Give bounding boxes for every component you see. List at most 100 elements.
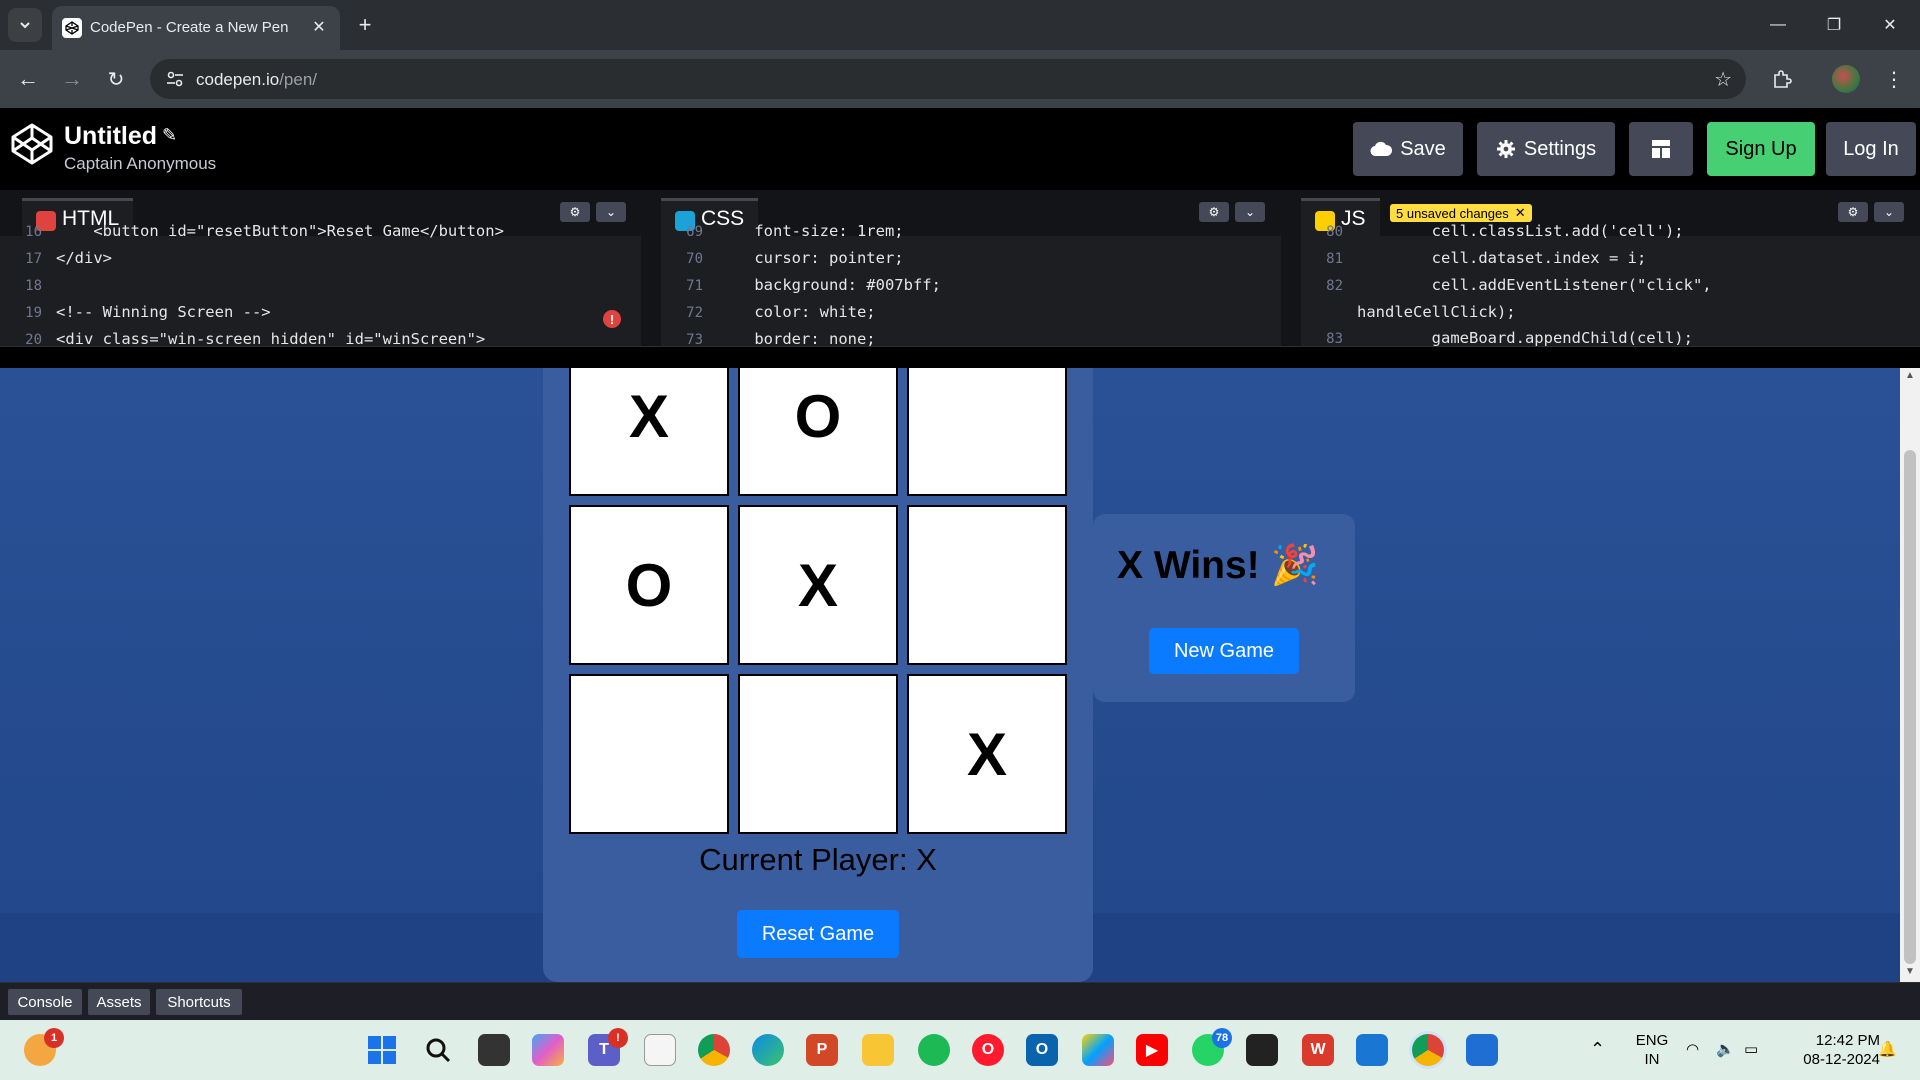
notification-bell-icon[interactable]: 🔔 — [1878, 1040, 1897, 1059]
console-button[interactable]: Console — [8, 989, 82, 1015]
outlook-icon[interactable]: O — [1026, 1034, 1058, 1066]
wifi-icon[interactable]: ◠ — [1686, 1040, 1699, 1059]
battery-icon[interactable]: ▭ — [1744, 1040, 1758, 1059]
board-cell[interactable] — [738, 674, 898, 834]
line-number: 20 — [25, 332, 42, 346]
code-line: 72 color: white; — [661, 299, 1281, 326]
opera-icon[interactable]: O — [972, 1034, 1004, 1066]
html-code[interactable]: 16 <button id="resetButton">Reset Game</… — [0, 218, 641, 346]
powerpoint-icon[interactable]: P — [806, 1034, 838, 1066]
wps-icon[interactable]: W — [1302, 1034, 1334, 1066]
resize-bar[interactable] — [0, 346, 1920, 368]
html-editor[interactable]: HTML ⚙ ⌄ 16 <button id="resetButton">Res… — [0, 190, 641, 346]
profile-avatar[interactable] — [1832, 65, 1860, 93]
language-indicator[interactable]: ENG IN — [1632, 1031, 1672, 1069]
region-code: IN — [1644, 1051, 1660, 1068]
close-tab-icon[interactable]: ✕ — [308, 16, 330, 38]
board-cell[interactable]: O — [569, 505, 729, 665]
code-text: </div> — [56, 249, 112, 267]
board-cell[interactable] — [569, 674, 729, 834]
teams-icon[interactable]: T ! — [588, 1028, 628, 1066]
spotify-icon[interactable] — [918, 1034, 950, 1066]
restore-icon[interactable]: ❐ — [1820, 12, 1848, 38]
board-cell[interactable]: X — [907, 674, 1067, 834]
cloud-icon — [1370, 141, 1393, 157]
code-text: cursor: pointer; — [717, 249, 904, 267]
board-cell[interactable]: X — [569, 368, 729, 496]
forward-icon[interactable]: → — [56, 63, 88, 95]
quick-assist-icon[interactable] — [1356, 1034, 1388, 1066]
browser-tab[interactable]: CodePen - Create a New Pen ✕ — [52, 6, 340, 50]
task-view-icon[interactable] — [478, 1034, 510, 1066]
pen-title[interactable]: Untitled — [64, 122, 157, 151]
board-cell[interactable] — [907, 505, 1067, 665]
youtube-icon[interactable]: ▶ — [1136, 1034, 1168, 1066]
extensions-icon[interactable] — [1766, 63, 1798, 95]
chrome-active-icon[interactable] — [1412, 1034, 1444, 1066]
address-bar[interactable]: codepen.io/pen/ ☆ — [150, 59, 1746, 99]
reload-icon[interactable]: ↻ — [100, 63, 132, 95]
error-icon[interactable]: ! — [603, 310, 621, 328]
photos-icon[interactable] — [1082, 1034, 1114, 1066]
code-line: 80 cell.classList.add('cell'); — [1301, 218, 1920, 245]
code-line: 81 cell.dataset.index = i; — [1301, 245, 1920, 272]
codepen-logo-icon[interactable] — [10, 122, 54, 166]
clock[interactable]: 12:42 PM 08-12-2024 — [1780, 1031, 1880, 1069]
board-cell[interactable]: X — [738, 505, 898, 665]
reset-game-button[interactable]: Reset Game — [737, 910, 899, 958]
back-icon[interactable]: ← — [12, 63, 44, 95]
code-text: cell.addEventListener("click", — [1357, 276, 1712, 294]
chrome-icon[interactable] — [698, 1034, 730, 1066]
file-icon[interactable] — [644, 1034, 676, 1066]
file-explorer-icon[interactable] — [862, 1034, 894, 1066]
tab-title: CodePen - Create a New Pen — [90, 19, 289, 36]
settings-button[interactable]: Settings — [1477, 122, 1615, 176]
unsaved-label: 5 unsaved changes — [1396, 205, 1509, 221]
js-code[interactable]: 80 cell.classList.add('cell'); 81 cell.da… — [1301, 218, 1920, 346]
shortcuts-button[interactable]: Shortcuts — [156, 989, 242, 1015]
dismiss-icon[interactable]: ✕ — [1515, 205, 1526, 221]
codepen-footer: Console Assets Shortcuts — [0, 982, 1920, 1020]
weather-icon[interactable]: 1 — [24, 1028, 64, 1066]
assets-button[interactable]: Assets — [88, 989, 150, 1015]
preview-scrollbar[interactable]: ▲ ▼ — [1900, 368, 1920, 982]
browser-tab-bar: CodePen - Create a New Pen ✕ + — ❐ ✕ — [0, 0, 1920, 50]
notepad-icon[interactable] — [1466, 1034, 1498, 1066]
sign-up-button[interactable]: Sign Up — [1707, 122, 1815, 176]
css-editor[interactable]: CSS ⚙ ⌄ 69 font-size: 1rem; 70 cursor: po… — [661, 190, 1281, 346]
css-code[interactable]: 69 font-size: 1rem; 70 cursor: pointer; 71… — [661, 218, 1281, 346]
code-text: border: none; — [717, 330, 876, 346]
save-button[interactable]: Save — [1353, 122, 1463, 176]
line-number: 16 — [25, 224, 42, 240]
scroll-thumb[interactable] — [1904, 450, 1916, 964]
layout-grid-icon — [1652, 140, 1670, 158]
copilot-icon[interactable] — [532, 1034, 564, 1066]
line-number: 69 — [686, 224, 703, 240]
volume-icon[interactable]: 🔈 — [1716, 1040, 1735, 1059]
line-number: 82 — [1326, 278, 1343, 294]
close-window-icon[interactable]: ✕ — [1876, 12, 1904, 38]
edge-icon[interactable] — [752, 1034, 784, 1066]
new-tab-button[interactable]: + — [352, 12, 378, 38]
minimize-icon[interactable]: — — [1764, 12, 1792, 38]
more-menu-icon[interactable]: ⋮ — [1878, 63, 1910, 95]
search-icon[interactable] — [422, 1034, 454, 1066]
layout-button[interactable] — [1629, 122, 1693, 176]
board-cell[interactable] — [907, 368, 1067, 496]
code-text: handleCellClick); — [1357, 303, 1516, 321]
code-text: cell.classList.add('cell'); — [1357, 222, 1684, 240]
scroll-up-icon[interactable]: ▲ — [1905, 370, 1915, 381]
unsaved-changes-badge[interactable]: 5 unsaved changes ✕ — [1390, 204, 1532, 222]
board-cell[interactable]: O — [738, 368, 898, 496]
bookmark-star-icon[interactable]: ☆ — [1714, 67, 1732, 92]
log-in-button[interactable]: Log In — [1826, 122, 1916, 176]
show-hidden-icons[interactable]: ⌃ — [1590, 1040, 1605, 1059]
windows-start-icon[interactable] — [366, 1034, 398, 1066]
edit-pencil-icon[interactable]: ✎ — [162, 125, 177, 146]
whatsapp-icon[interactable]: 78 — [1192, 1028, 1232, 1066]
vscode-icon[interactable] — [1246, 1034, 1278, 1066]
site-info-icon[interactable] — [164, 69, 186, 89]
new-game-button[interactable]: New Game — [1149, 628, 1299, 674]
tab-search-button[interactable] — [8, 8, 42, 42]
scroll-down-icon[interactable]: ▼ — [1905, 966, 1915, 977]
